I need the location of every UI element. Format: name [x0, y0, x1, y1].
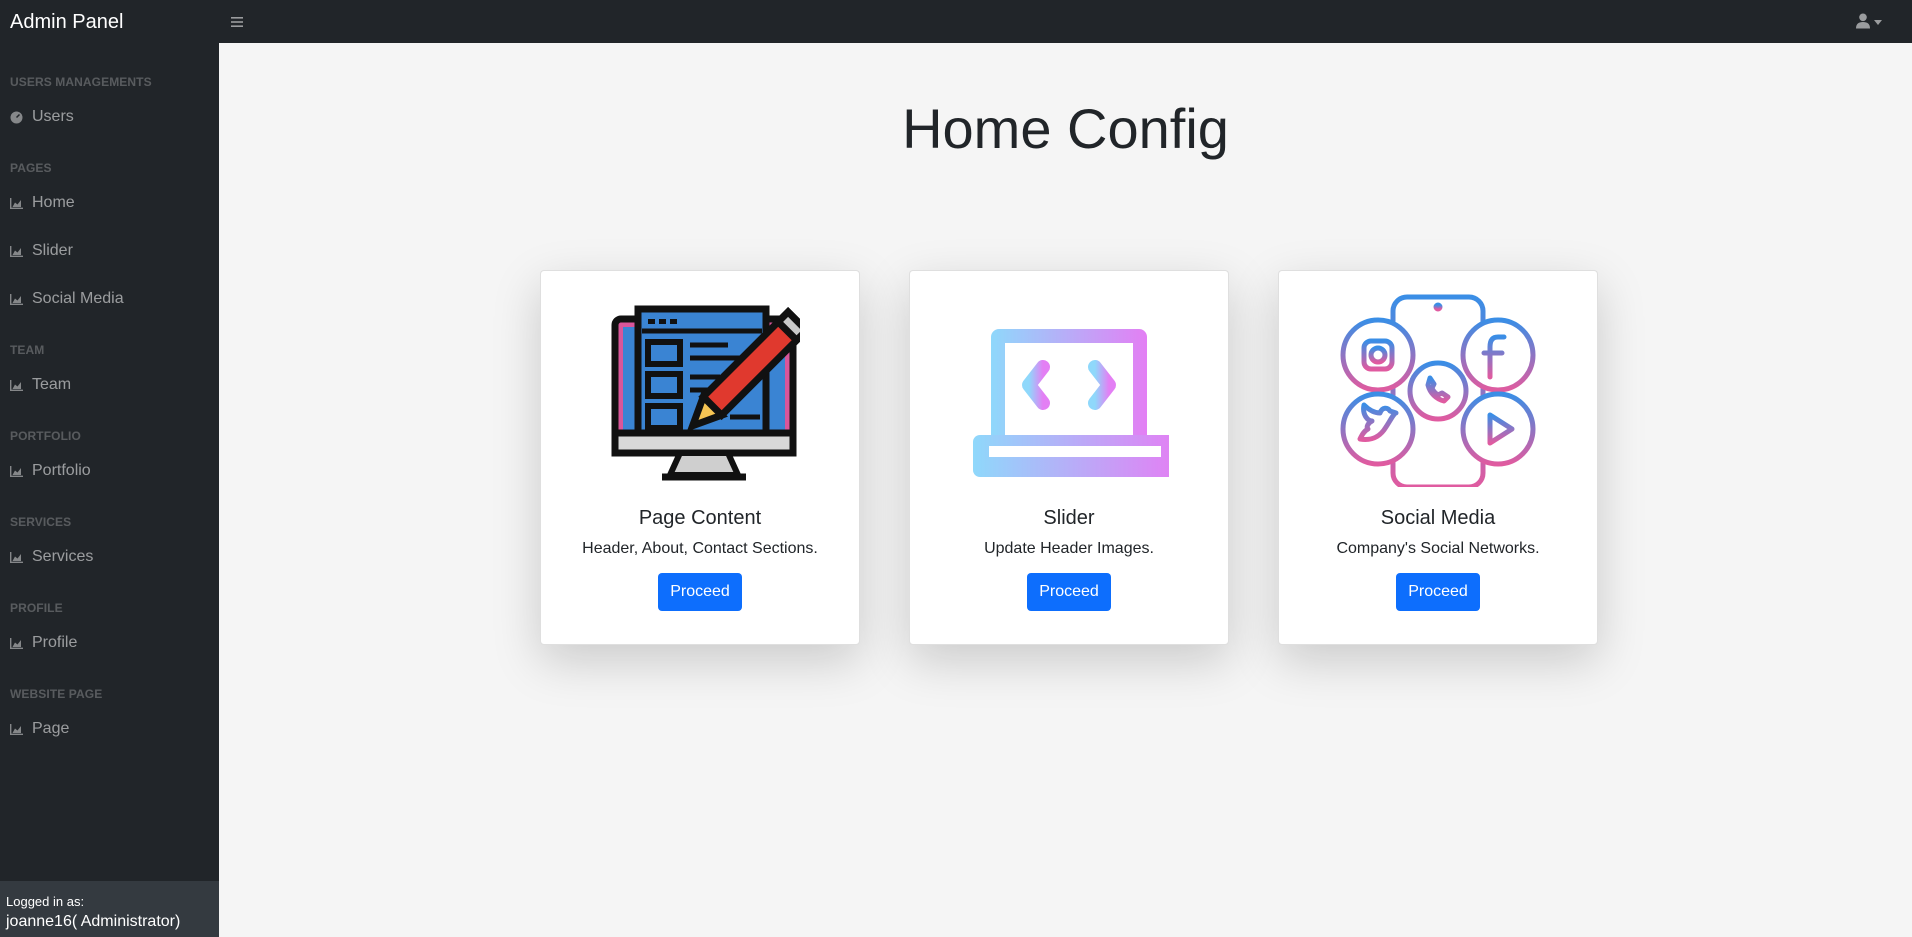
sidebar-item-label: Home: [32, 194, 75, 211]
sidebar-heading-services: Services: [10, 515, 72, 529]
sidebar-heading-website-page: Website Page: [10, 687, 103, 701]
chart-area-icon: [10, 551, 23, 564]
user-dropdown-toggle[interactable]: [1856, 6, 1882, 36]
phone-social-icon: [1338, 287, 1538, 487]
main-content: Home Config Page Content Header, About, …: [219, 43, 1912, 937]
sidebar-item-label: Social Media: [32, 290, 124, 307]
monitor-pencil-icon: [600, 287, 800, 487]
card-text: Header, About, Contact Sections.: [582, 540, 818, 557]
sidebar-item-label: Users: [32, 108, 74, 125]
sidebar-item-page[interactable]: Page: [0, 705, 219, 753]
card-title: Page Content: [638, 507, 762, 529]
chart-area-icon: [10, 637, 23, 650]
chart-area-icon: [10, 465, 23, 478]
sidebar-item-label: Team: [32, 376, 72, 393]
logged-in-label: Logged in as:: [6, 894, 85, 909]
card-slider: Slider Update Header Images. Proceed: [909, 270, 1229, 645]
sidebar-item-label: Profile: [32, 634, 78, 651]
sidebar-item-home[interactable]: Home: [0, 179, 219, 227]
user-icon: [1856, 13, 1870, 29]
laptop-slider-icon: [969, 287, 1169, 487]
sidebar-item-label: Services: [32, 548, 94, 565]
sidebar-item-slider[interactable]: Slider: [0, 227, 219, 275]
sidebar-item-label: Slider: [32, 242, 73, 259]
proceed-button[interactable]: Proceed: [658, 573, 742, 611]
sidebar-item-profile[interactable]: Profile: [0, 619, 219, 667]
sidebar-item-label: Portfolio: [32, 462, 91, 479]
config-cards: Page Content Header, About, Contact Sect…: [540, 270, 1598, 645]
card-page-content: Page Content Header, About, Contact Sect…: [540, 270, 860, 645]
hamburger-icon: [231, 16, 243, 27]
sidebar-item-team[interactable]: Team: [0, 361, 219, 409]
sidebar-toggle-button[interactable]: [219, 4, 255, 40]
sidebar-item-label: Page: [32, 720, 70, 737]
chart-area-icon: [10, 245, 23, 258]
sidebar-item-portfolio[interactable]: Portfolio: [0, 447, 219, 495]
card-social-media: Social Media Company's Social Networks. …: [1278, 270, 1598, 645]
logged-in-user: joanne16( Administrator): [6, 913, 181, 930]
page-title: Home Config: [902, 97, 1229, 160]
sidebar-item-services[interactable]: Services: [0, 533, 219, 581]
sidebar-heading-profile: Profile: [10, 601, 63, 615]
sidebar-heading-pages: Pages: [10, 161, 52, 175]
gauge-icon: [10, 111, 23, 124]
sidebar-item-social-media[interactable]: Social Media: [0, 275, 219, 323]
card-text: Company's Social Networks.: [1336, 540, 1540, 557]
top-navbar: Admin Panel: [0, 0, 1912, 43]
card-title: Slider: [1043, 507, 1095, 529]
card-text: Update Header Images.: [984, 540, 1154, 557]
sidebar-heading-team: Team: [10, 343, 45, 357]
brand-title[interactable]: Admin Panel: [0, 7, 219, 37]
proceed-button[interactable]: Proceed: [1396, 573, 1480, 611]
chevron-down-icon: [1874, 19, 1882, 25]
card-title: Social Media: [1380, 507, 1496, 529]
proceed-button[interactable]: Proceed: [1027, 573, 1111, 611]
chart-area-icon: [10, 197, 23, 210]
chart-area-icon: [10, 723, 23, 736]
sidebar: Users Managements Users Pages Home Slide…: [0, 43, 219, 937]
sidebar-heading-portfolio: Portfolio: [10, 429, 81, 443]
chart-area-icon: [10, 379, 23, 392]
chart-area-icon: [10, 293, 23, 306]
sidebar-item-users[interactable]: Users: [0, 93, 219, 141]
sidebar-footer: Logged in as: joanne16( Administrator): [0, 881, 219, 937]
sidebar-heading-users-managements: Users Managements: [10, 75, 152, 89]
